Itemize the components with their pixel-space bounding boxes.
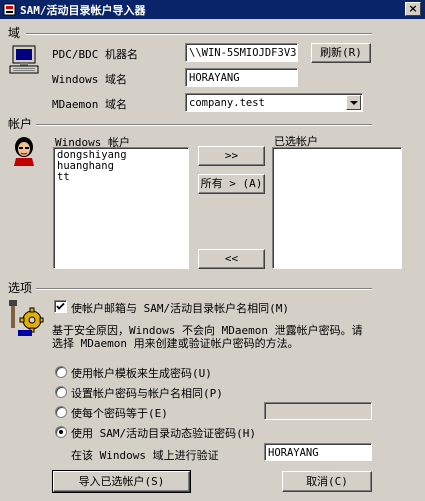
mdaemon-domain-value: company.test xyxy=(189,97,265,109)
mailbox-same-label[interactable]: 使帐户邮箱与 SAM/活动目录帐户名相同(M) xyxy=(71,300,289,316)
app-icon xyxy=(3,3,16,16)
mdaemon-domain-label: MDaemon 域名 xyxy=(52,98,127,111)
remove-selected-button[interactable]: << xyxy=(198,249,265,269)
pdc-field[interactable]: \\WIN-5SMIOJDF3V3 xyxy=(185,43,298,62)
mdaemon-domain-select[interactable]: company.test xyxy=(185,93,363,112)
close-button[interactable]: × xyxy=(405,2,421,16)
tools-icon xyxy=(9,300,44,336)
windows-accounts-list[interactable]: dongshiyang huanghang tt xyxy=(53,147,189,269)
radio-selected-dot xyxy=(59,430,63,434)
domain-divider xyxy=(26,33,372,35)
move-selected-button[interactable]: >> xyxy=(198,146,265,166)
radio-dynamic-auth[interactable] xyxy=(55,426,67,438)
radio-each-password-label[interactable]: 使每个密码等于(E) xyxy=(71,405,168,421)
cancel-button[interactable]: 取消(C) xyxy=(282,471,372,492)
verify-domain-field[interactable]: HORAYANG xyxy=(264,443,372,461)
pdc-label: PDC/BDC 机器名 xyxy=(52,48,138,61)
domain-section-heading: 域 xyxy=(8,26,21,40)
radio-same-as-name[interactable] xyxy=(55,386,67,398)
refresh-button[interactable]: 刷新(R) xyxy=(311,43,371,63)
move-all-button[interactable]: 所有 > (A) xyxy=(198,174,265,194)
radio-template-label[interactable]: 使用帐户模板来生成密码(U) xyxy=(71,365,212,381)
radio-same-as-name-label[interactable]: 设置帐户密码与帐户名相同(P) xyxy=(71,385,223,401)
list-item[interactable]: huanghang xyxy=(57,161,185,172)
checkmark-icon xyxy=(56,302,65,310)
verify-domain-label: 在该 Windows 域上进行验证 xyxy=(71,449,219,462)
title-bar: SAM/活动目录帐户导入器 × xyxy=(0,0,425,19)
computer-icon xyxy=(9,45,39,74)
options-section-heading: 选项 xyxy=(8,281,33,295)
user-icon xyxy=(14,137,34,166)
accounts-divider xyxy=(36,124,372,126)
chevron-down-icon[interactable] xyxy=(346,95,361,110)
list-item[interactable]: tt xyxy=(57,172,185,183)
selected-accounts-list[interactable] xyxy=(272,147,402,269)
window-title: SAM/活动目录帐户导入器 xyxy=(20,4,146,17)
windows-domain-label: Windows 域名 xyxy=(52,73,127,86)
radio-dynamic-auth-label[interactable]: 使用 SAM/活动目录动态验证密码(H) xyxy=(71,425,256,441)
accounts-section-heading: 帐户 xyxy=(8,117,33,131)
each-password-field[interactable] xyxy=(264,402,372,420)
import-selected-button[interactable]: 导入已选帐户(S) xyxy=(52,470,191,493)
radio-each-password[interactable] xyxy=(55,406,67,418)
radio-template[interactable] xyxy=(55,366,67,378)
windows-domain-field[interactable]: HORAYANG xyxy=(185,68,298,87)
info-text-line-2: 选择 MDaemon 用来创建或验证帐户密码的方法。 xyxy=(52,337,299,350)
options-divider xyxy=(36,288,372,290)
mailbox-same-checkbox[interactable] xyxy=(54,300,67,313)
